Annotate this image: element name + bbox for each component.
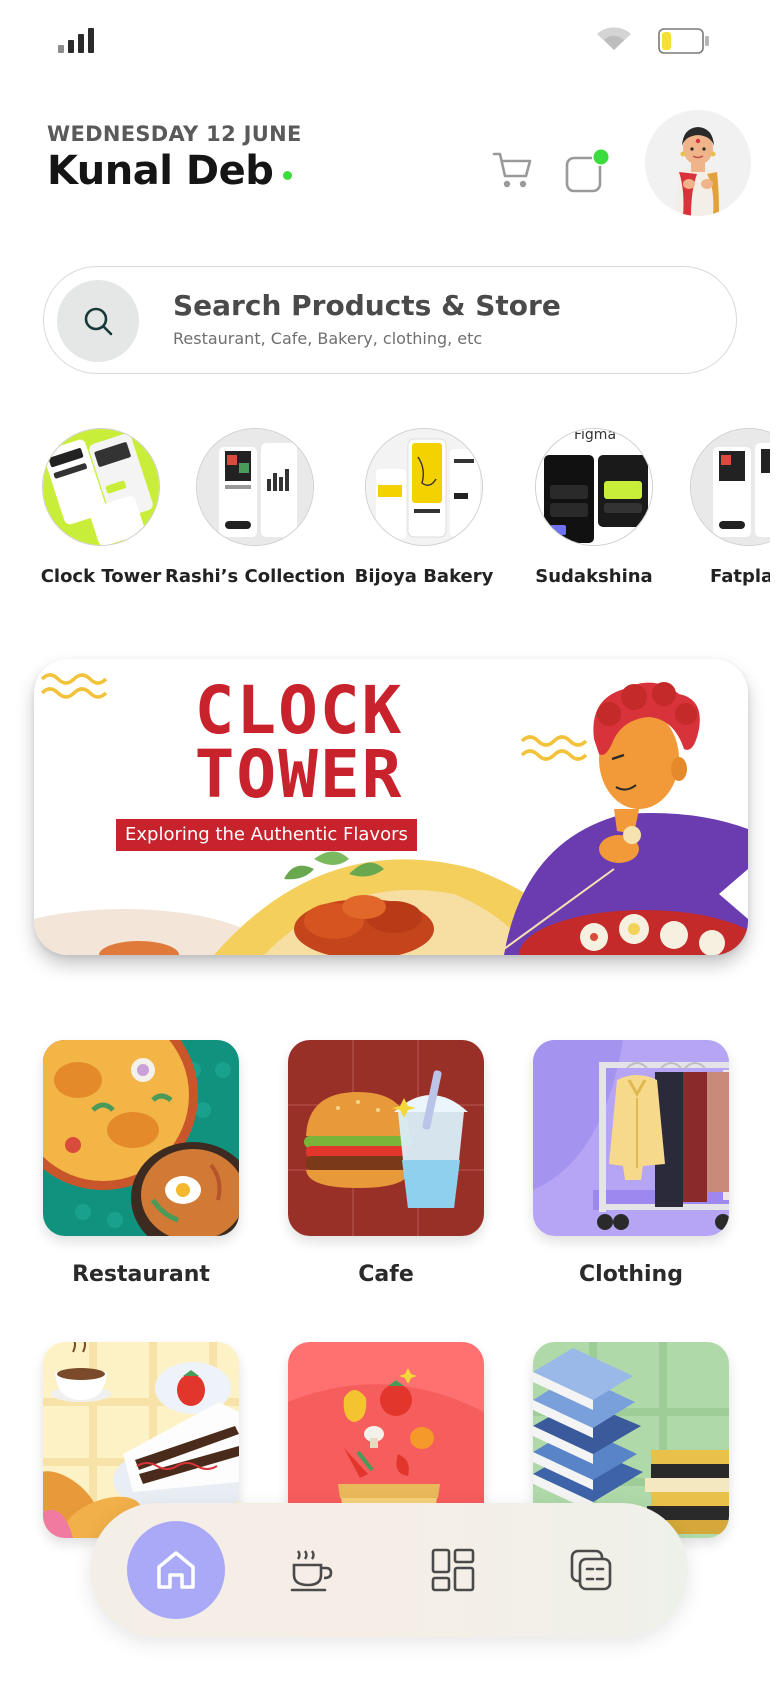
store-thumbnail	[690, 428, 770, 546]
promo-banner[interactable]: CLOCK TOWER Exploring the Authentic Flav…	[34, 659, 748, 955]
banner-title-line2: TOWER	[194, 736, 404, 813]
store-item[interactable]: Bijoya Bakery	[334, 428, 514, 587]
home-icon	[157, 1551, 195, 1589]
category-cafe[interactable]: Cafe	[288, 1040, 484, 1287]
store-name: Rashi’s Collection	[165, 566, 346, 587]
username: Kunal Deb	[47, 148, 274, 194]
store-item[interactable]: Fatpla	[660, 428, 770, 587]
search-subtitle: Restaurant, Cafe, Bakery, clothing, etc	[173, 329, 483, 348]
store-item[interactable]: Rashi’s Collection	[165, 428, 345, 587]
store-name: Bijoya Bakery	[354, 566, 494, 587]
search-title: Search Products & Store	[173, 289, 561, 322]
category-image	[533, 1040, 729, 1236]
store-name: Fatpla	[710, 566, 770, 587]
store-thumbnail	[42, 428, 160, 546]
store-name: Sudakshina	[535, 566, 653, 587]
category-clothing[interactable]: Clothing	[533, 1040, 729, 1287]
user-greeting: Kunal Deb	[47, 148, 293, 194]
store-thumbnail	[196, 428, 314, 546]
notification-button[interactable]	[563, 148, 611, 194]
store-thumbnail	[365, 428, 483, 546]
category-restaurant[interactable]: Restaurant	[43, 1040, 239, 1287]
notification-icon	[565, 148, 610, 193]
banner-tagline: Exploring the Authentic Flavors	[116, 819, 417, 851]
nav-orders-button[interactable]	[542, 1521, 640, 1619]
signal-bars-icon	[58, 28, 94, 53]
status-bar	[0, 0, 780, 90]
dashboard-grid-icon	[431, 1548, 475, 1592]
coffee-cup-icon	[290, 1550, 333, 1592]
store-item[interactable]: Clock Tower	[11, 428, 191, 587]
search-bar[interactable]: Search Products & Store Restaurant, Cafe…	[43, 266, 737, 374]
search-icon	[84, 307, 113, 336]
wifi-icon	[597, 27, 631, 50]
avatar[interactable]	[645, 110, 751, 216]
date-label: WEDNESDAY 12 JUNE	[47, 122, 302, 146]
nav-cafe-button[interactable]	[264, 1521, 362, 1619]
category-label: Clothing	[579, 1262, 683, 1287]
store-thumbnail: Figma	[535, 428, 653, 546]
battery-icon	[658, 28, 709, 54]
store-carousel[interactable]: Clock Tower Rashi’s Collection Bijoya Ba…	[0, 428, 770, 598]
category-label: Cafe	[358, 1262, 414, 1287]
store-name: Clock Tower	[40, 566, 162, 587]
banner-title-line1: CLOCK	[194, 672, 404, 749]
online-status-dot	[283, 170, 293, 180]
store-item[interactable]: Figma Sudakshina	[504, 428, 684, 587]
cart-icon	[492, 152, 532, 188]
banner-title: CLOCK TOWER	[144, 672, 454, 813]
search-button[interactable]	[57, 280, 139, 362]
nav-dashboard-button[interactable]	[404, 1521, 502, 1619]
category-label: Restaurant	[72, 1262, 210, 1287]
svg-text:Figma: Figma	[574, 429, 616, 443]
category-image	[43, 1040, 239, 1236]
avatar-illustration	[645, 110, 751, 216]
orders-icon	[570, 1549, 612, 1591]
bottom-navigation	[90, 1503, 688, 1637]
category-image	[288, 1040, 484, 1236]
nav-home-button[interactable]	[127, 1521, 225, 1619]
cart-button[interactable]	[492, 150, 534, 190]
